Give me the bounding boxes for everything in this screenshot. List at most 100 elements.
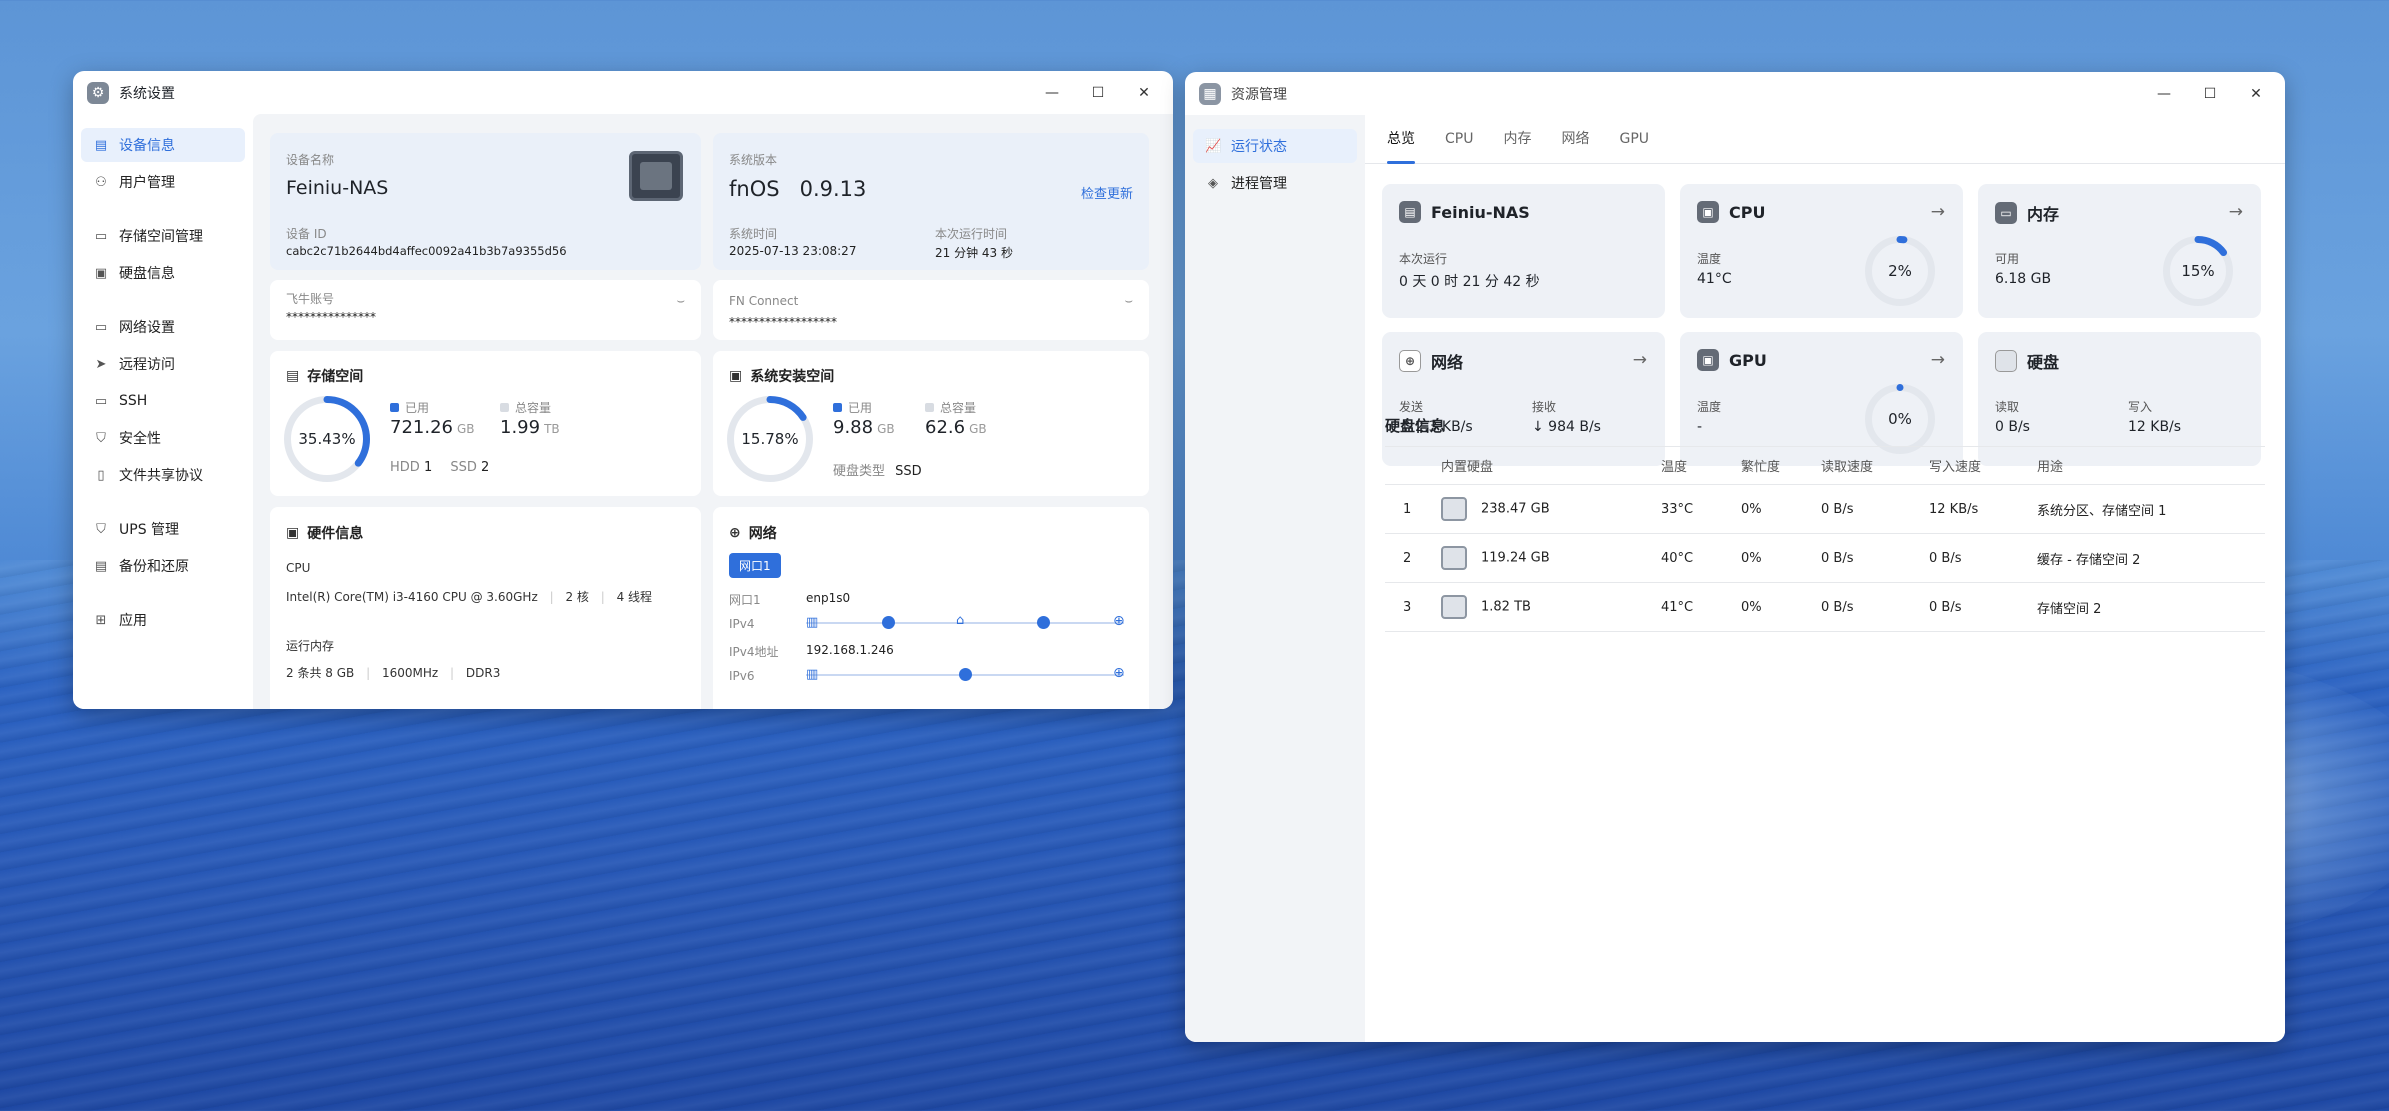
disk-busy: 0% [1741,550,1762,566]
sidebar-item-monitor[interactable]: ▤ 设备信息 [81,128,245,162]
hdd-count: 1 [423,460,433,475]
sidebar-item-storage[interactable]: ▭ 存储空间管理 [81,219,245,253]
system-settings-window: ⚙ 系统设置 — ☐ ✕ ▤ 设备信息 ⚇ 用户管理 ▭ 存储空间管理 ▣ 硬盘信息 ▭ 网络设置… [73,71,1173,709]
gpu-icon: ▣ [1697,349,1719,371]
arrow-right-icon[interactable]: → [1931,350,1945,370]
memory-title: 内存 [2027,205,2060,224]
column-header[interactable]: 读取速度 [1821,456,1929,475]
window-title: 资源管理 [1231,86,1287,103]
sidebar-item-network[interactable]: ▭ 网络设置 [81,310,245,344]
column-header[interactable]: 繁忙度 [1741,456,1821,475]
device-name-label: 设备名称 [286,153,335,167]
table-row[interactable]: 2 119.24 GB 40°C 0% 0 B/s 0 B/s 缓存 - 存储空间 2 [1385,534,2265,583]
title-bar[interactable]: ▦ 资源管理 — ☐ ✕ [1185,72,2285,115]
layers-icon: ◈ [1208,175,1218,191]
row-index: 2 [1403,550,1412,566]
hard-disk-icon [1441,546,1467,570]
column-header[interactable]: 温度 [1661,456,1741,475]
system-disk-used: 9.88 [833,417,874,438]
server-icon: ▤ [1399,201,1421,223]
arrow-right-icon[interactable]: → [2229,202,2243,222]
system-disk-card[interactable]: ▣ 系统安装空间 15.78% 已用 9.88 GB 总容量 62.6 GB 硬盘类型… [713,351,1149,496]
disk-title: 硬盘 [2027,353,2060,372]
cpu-temp-label: 温度 [1697,252,1722,266]
sidebar-item-layers[interactable]: ◈ 进程管理 [1193,166,1357,200]
connect-label: FN Connect [729,294,799,308]
disk-read: 0 B/s [1821,550,1854,566]
disk-write: 12 KB/s [1929,501,1979,517]
system-disk-title: ▣ 系统安装空间 [729,368,835,385]
column-header[interactable]: 内置硬盘 [1441,456,1661,475]
disk-icon: ▣ [94,265,108,281]
check-update-link[interactable]: 检查更新 [1081,183,1133,202]
sidebar-item-label: 硬盘信息 [119,266,175,282]
backup-icon: ▤ [94,558,108,574]
table-row[interactable]: 1 238.47 GB 33°C 0% 0 B/s 12 KB/s 系统分区、存储空间 1 [1385,485,2265,534]
tab-3[interactable]: 网络 [1561,115,1589,164]
ups-icon: ⛉ [96,521,106,537]
ipv6-label: IPv6 [729,669,755,683]
disk-busy: 0% [1741,599,1762,615]
title-bar[interactable]: ⚙ 系统设置 — ☐ ✕ [73,71,1173,114]
uptime-label: 本次运行 [1399,252,1448,266]
system-time: 2025-07-13 23:08:27 [729,244,857,258]
close-button[interactable]: ✕ [2233,72,2279,115]
tab-0[interactable]: 总览 [1387,115,1415,164]
sidebar-item-send[interactable]: ➤ 远程访问 [81,347,245,381]
sidebar-item-chart[interactable]: 📈 运行状态 [1193,129,1357,163]
network-title: 网络 [1431,353,1464,372]
user-icon: ⚇ [95,174,107,190]
sidebar-item-terminal[interactable]: ▭ SSH [81,384,245,418]
tab-2[interactable]: 内存 [1503,115,1531,164]
memory-card[interactable]: ▭ 内存 → 可用 6.18 GB 15% [1978,184,2261,318]
sidebar-item-apps[interactable]: ⊞ 应用 [81,603,245,637]
tab-1[interactable]: CPU [1445,115,1473,164]
port-tab[interactable]: 网口1 [729,553,781,578]
hardware-card: ▣ 硬件信息 CPU Intel(R) Core(TM) i3-4160 CPU … [270,507,701,709]
storage-title: ▤ 存储空间 [286,368,364,385]
eye-closed-icon[interactable]: ⌣ [676,294,685,309]
arrow-right-icon[interactable]: → [1931,202,1945,222]
connect-value: ****************** [729,315,837,329]
sidebar-item-file[interactable]: ▯ 文件共享协议 [81,458,245,492]
disk-size: 238.47 GB [1481,501,1550,517]
memory-avail: 6.18 GB [1995,271,2052,287]
main-content: 总览 CPU 内存 网络 GPU ▤ Feiniu-NAS 本次运行 0 天 0 时 21… [1365,115,2285,1042]
sidebar-item-backup[interactable]: ▤ 备份和还原 [81,549,245,583]
device-name: Feiniu-NAS [286,177,389,199]
tab-4[interactable]: GPU [1619,115,1649,164]
minimize-button[interactable]: — [2141,72,2187,115]
uptime-value: 21 分钟 43 秒 [935,246,1013,260]
sidebar-item-user[interactable]: ⚇ 用户管理 [81,165,245,199]
disk-use: 系统分区、存储空间 1 [2037,503,2167,519]
used-label: 已用 [405,401,430,415]
hardware-title: ▣ 硬件信息 [286,525,364,542]
eye-closed-icon[interactable]: ⌣ [1124,294,1133,309]
storage-card[interactable]: ▤ 存储空间 35.43% 已用 721.26 GB 总容量 1.99 TB HDD … [270,351,701,496]
maximize-button[interactable]: ☐ [1075,71,1121,114]
cpu-card[interactable]: ▣ CPU → 温度 41°C 2% [1680,184,1963,318]
write-rate: 12 KB/s [2128,419,2182,435]
minimize-button[interactable]: — [1029,71,1075,114]
sidebar-item-disk[interactable]: ▣ 硬盘信息 [81,256,245,290]
system-version-card: 系统版本 fnOS 0.9.13 检查更新 系统时间 2025-07-13 23… [713,133,1149,270]
write-label: 写入 [2128,400,2153,414]
sidebar: ▤ 设备信息 ⚇ 用户管理 ▭ 存储空间管理 ▣ 硬盘信息 ▭ 网络设置 ➤ 远程访问 ▭ SSH ⛉ 安全性… [73,114,253,709]
nic-icon: ▥ [806,667,819,682]
recv-rate: ↓ 984 B/s [1532,419,1601,435]
hard-disk-icon [1441,497,1467,521]
close-button[interactable]: ✕ [1121,71,1167,114]
router-icon: ⌂ [956,613,965,628]
maximize-button[interactable]: ☐ [2187,72,2233,115]
total-legend-chip [925,403,934,412]
column-header[interactable]: 写入速度 [1929,456,2037,475]
sidebar-item-shield[interactable]: ⛉ 安全性 [81,421,245,455]
table-row[interactable]: 3 1.82 TB 41°C 0% 0 B/s 0 B/s 存储空间 2 [1385,583,2265,632]
ipv4-link-line [806,622,1124,624]
column-header[interactable]: 用途 [2037,456,2265,475]
row-index: 1 [1403,501,1412,517]
total-legend-chip [500,403,509,412]
ipv4-addr: 192.168.1.246 [806,643,894,657]
sidebar-item-ups[interactable]: ⛉ UPS 管理 [81,512,245,546]
arrow-right-icon[interactable]: → [1633,350,1647,370]
